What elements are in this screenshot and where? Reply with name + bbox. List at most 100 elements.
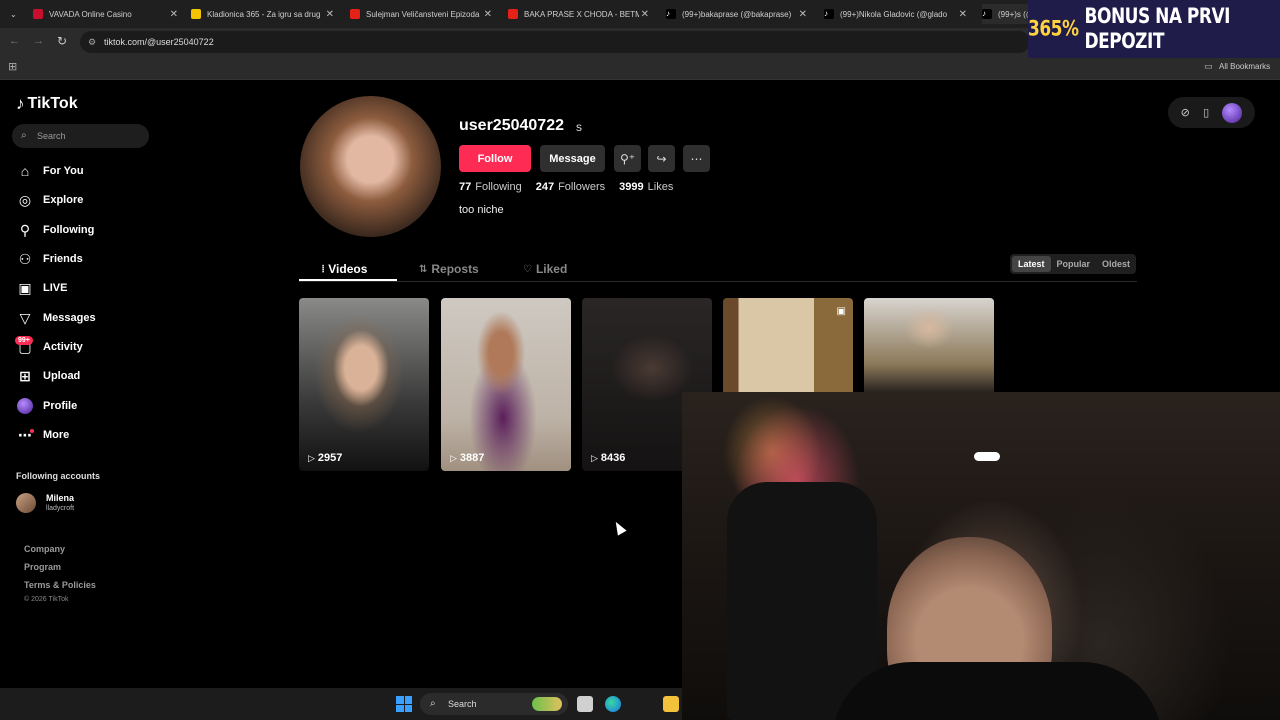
sidebar-item-profile[interactable]: Profile bbox=[16, 395, 77, 417]
message-button[interactable]: Message bbox=[540, 145, 605, 172]
play-icon: ▷ bbox=[450, 452, 457, 463]
play-icon: ▷ bbox=[308, 452, 315, 463]
footer-link-program[interactable]: Program bbox=[24, 562, 61, 572]
windows-start-icon[interactable] bbox=[396, 696, 412, 712]
more-options-button[interactable]: ⋯ bbox=[683, 145, 710, 172]
following-account-item[interactable]: Milena lladycroft bbox=[16, 493, 74, 513]
profile-bio: too niche bbox=[459, 204, 504, 216]
video-thumbnail[interactable]: ▷ 2957 bbox=[299, 298, 429, 471]
footer-link-company[interactable]: Company bbox=[24, 544, 65, 554]
sort-oldest[interactable]: Oldest bbox=[1096, 256, 1136, 272]
forward-icon[interactable]: → bbox=[33, 35, 44, 47]
casino-favicon-icon bbox=[33, 9, 43, 19]
file-explorer-icon[interactable] bbox=[663, 696, 679, 712]
browser-tab[interactable]: VAVADA Online Casino ✕ bbox=[33, 4, 178, 24]
search-icon: ⌕ bbox=[430, 698, 436, 709]
close-tab-icon[interactable]: ✕ bbox=[799, 9, 807, 20]
suggested-accounts-button[interactable]: ⚲⁺ bbox=[614, 145, 641, 172]
view-count: ▷ 2957 bbox=[308, 452, 343, 464]
plus-square-icon: ⊞ bbox=[19, 367, 31, 384]
account-handle: lladycroft bbox=[46, 505, 75, 512]
tiktok-favicon-icon: ♪ bbox=[666, 9, 676, 19]
search-highlight-icon bbox=[532, 697, 562, 711]
browser-tab[interactable]: ♪ (99+)bakaprase (@bakaprase) ✕ bbox=[666, 4, 807, 24]
promo-percent: 365% bbox=[1028, 16, 1079, 42]
site-info-icon[interactable]: ⚙ bbox=[88, 31, 96, 53]
sidebar-item-messages[interactable]: ▽ Messages bbox=[16, 307, 96, 329]
browser-tab[interactable]: ♪ (99+)Nikola Gladovic (@glado ✕ bbox=[824, 4, 967, 24]
ellipsis-icon: ⋯ bbox=[690, 151, 703, 166]
close-tab-icon[interactable]: ✕ bbox=[484, 9, 492, 20]
follow-button[interactable]: Follow bbox=[459, 145, 531, 172]
profile-avatar[interactable] bbox=[300, 96, 441, 237]
task-view-icon[interactable] bbox=[577, 696, 593, 712]
promo-banner: 365% BONUS NA PRVI DEPOZIT bbox=[1028, 0, 1280, 58]
close-tab-icon[interactable]: ✕ bbox=[641, 9, 649, 20]
stat-followers[interactable]: 247 Followers bbox=[536, 181, 605, 193]
live-icon: ▣ bbox=[18, 279, 32, 296]
tab-list-chevron-icon[interactable]: ⌄ bbox=[10, 4, 20, 24]
browser-tab[interactable]: BAKA PRASE X CHODA - BETMI ✕ bbox=[508, 4, 649, 24]
youtube-favicon-icon bbox=[508, 9, 518, 19]
folder-icon: ▭ bbox=[1204, 61, 1213, 71]
close-tab-icon[interactable]: ✕ bbox=[326, 9, 334, 20]
user-icon: ⚲ bbox=[19, 221, 31, 238]
tiktok-note-icon: ♪ bbox=[16, 94, 25, 113]
all-bookmarks-link[interactable]: All Bookmarks bbox=[1219, 62, 1270, 71]
tab-reposts[interactable]: ⇅ Reposts bbox=[419, 258, 479, 280]
home-icon: ⌂ bbox=[20, 163, 30, 179]
browser-tab-active[interactable]: ♪ (99+)s (@ bbox=[982, 4, 1028, 24]
kladionica-favicon-icon bbox=[191, 9, 201, 19]
browser-tab[interactable]: Kladionica 365 - Za igru sa drug ✕ bbox=[191, 4, 334, 24]
copyright: © 2026 TikTok bbox=[24, 596, 69, 603]
share-icon: ↪ bbox=[656, 151, 667, 166]
sort-toggle: Latest Popular Oldest bbox=[1010, 254, 1136, 274]
taskbar-search[interactable]: ⌕ Search bbox=[420, 693, 568, 715]
avatar[interactable] bbox=[1222, 102, 1243, 123]
close-tab-icon[interactable]: ✕ bbox=[170, 9, 178, 20]
stat-following[interactable]: 77 Following bbox=[459, 181, 522, 193]
profile-stats: 77 Following 247 Followers 3999 Likes bbox=[459, 181, 673, 193]
sidebar-item-live[interactable]: ▣ LIVE bbox=[16, 277, 67, 299]
search-input[interactable]: ⌕ Search bbox=[12, 124, 149, 148]
reload-icon[interactable]: ↻ bbox=[57, 34, 67, 48]
tiktok-favicon-icon: ♪ bbox=[824, 9, 834, 19]
sidebar-item-more[interactable]: ⋯ More bbox=[16, 424, 69, 446]
stat-likes: 3999 Likes bbox=[619, 181, 674, 193]
bookmarks-bar: ⊞ ▭ All Bookmarks bbox=[0, 56, 1280, 80]
compass-icon: ◎ bbox=[18, 191, 32, 208]
back-icon[interactable]: ← bbox=[9, 35, 20, 47]
edge-icon[interactable] bbox=[605, 696, 621, 712]
profile-nickname: s bbox=[576, 120, 582, 134]
tab-liked[interactable]: ♡ Liked bbox=[523, 258, 567, 280]
device-icon[interactable]: ▯ bbox=[1203, 106, 1209, 119]
windows-taskbar: ⌕ Search bbox=[0, 688, 682, 720]
sidebar-item-for-you[interactable]: ⌂ For You bbox=[16, 160, 84, 182]
play-icon: ▷ bbox=[591, 452, 598, 463]
sort-latest[interactable]: Latest bbox=[1012, 256, 1051, 272]
avatar bbox=[16, 493, 36, 513]
sort-popular[interactable]: Popular bbox=[1051, 256, 1097, 272]
coins-icon[interactable]: ⊘ bbox=[1181, 106, 1190, 119]
share-button[interactable]: ↪ bbox=[648, 145, 675, 172]
youtube-favicon-icon bbox=[350, 9, 360, 19]
sidebar-item-following[interactable]: ⚲ Following bbox=[16, 219, 94, 241]
mouse-cursor bbox=[611, 519, 627, 536]
sidebar-item-upload[interactable]: ⊞ Upload bbox=[16, 365, 80, 387]
grid-icon: ⦙ bbox=[322, 263, 325, 275]
apps-grid-icon[interactable]: ⊞ bbox=[8, 60, 17, 73]
address-bar[interactable]: ⚙ tiktok.com/@user25040722 bbox=[80, 31, 1030, 53]
repost-icon: ⇅ bbox=[419, 263, 428, 275]
account-name: Milena bbox=[46, 493, 75, 503]
tiktok-logo[interactable]: ♪ TikTok bbox=[16, 94, 78, 114]
close-tab-icon[interactable]: ✕ bbox=[959, 9, 967, 20]
video-thumbnail[interactable]: ▷ 3887 bbox=[441, 298, 571, 471]
video-thumbnail[interactable]: ▣ bbox=[723, 298, 853, 392]
browser-tab[interactable]: Sulejman Veličanstveni Epizoda ✕ bbox=[350, 4, 492, 24]
video-thumbnail[interactable] bbox=[864, 298, 994, 392]
tab-videos[interactable]: ⦙ Videos bbox=[322, 258, 367, 280]
tabs-divider bbox=[299, 281, 1137, 282]
footer-link-terms[interactable]: Terms & Policies bbox=[24, 580, 96, 590]
sidebar-item-explore[interactable]: ◎ Explore bbox=[16, 189, 83, 211]
sidebar-item-friends[interactable]: ⚇ Friends bbox=[16, 248, 83, 270]
